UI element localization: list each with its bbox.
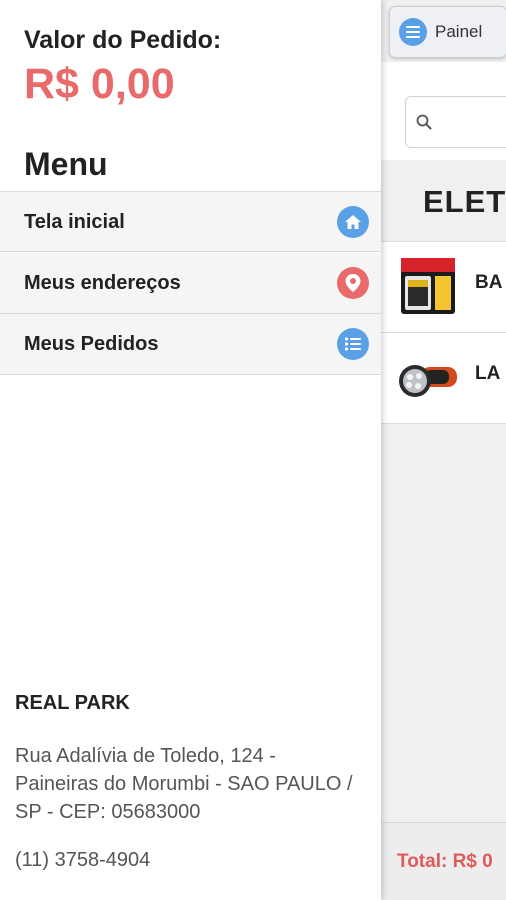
store-address: Rua Adalívia de Toledo, 124 - Paineiras … <box>15 745 353 823</box>
map-pin-icon <box>337 267 369 299</box>
cart-total: Total: R$ 0 <box>397 851 493 872</box>
main-header: Painel <box>381 0 506 62</box>
battery-image <box>395 252 461 318</box>
menu-item-home[interactable]: Tela inicial <box>0 191 381 252</box>
store-name: REAL PARK <box>15 692 130 714</box>
product-item[interactable]: LA <box>381 333 506 424</box>
cart-footer: Total: R$ 0 <box>381 822 506 900</box>
painel-button[interactable]: Painel <box>389 6 506 58</box>
painel-button-label: Painel <box>435 22 483 41</box>
product-name: LA <box>475 363 501 384</box>
menu-item-label: Tela inicial <box>24 211 125 233</box>
list-icon <box>337 328 369 360</box>
side-menu: Valor do Pedido: R$ 0,00 Menu Tela inici… <box>0 0 381 900</box>
main-panel: Painel ELET BA LA Total: R$ 0 <box>381 0 506 900</box>
store-phone: (11) 3758-4904 <box>15 849 151 871</box>
search-icon <box>416 114 432 130</box>
menu-item-label: Meus Pedidos <box>24 333 159 355</box>
product-name: BA <box>475 272 503 293</box>
flashlight-image <box>395 343 461 409</box>
search-area <box>381 62 506 160</box>
order-value-label: Valor do Pedido: <box>24 26 222 54</box>
menu-item-addresses[interactable]: Meus endereços <box>0 253 381 314</box>
category-header: ELET <box>381 160 506 242</box>
menu-title: Menu <box>24 146 108 182</box>
menu-item-label: Meus endereços <box>24 272 181 294</box>
order-value: R$ 0,00 <box>24 60 175 108</box>
search-input[interactable] <box>405 96 506 148</box>
home-icon <box>337 206 369 238</box>
menu-list-icon <box>399 18 427 46</box>
menu-item-orders[interactable]: Meus Pedidos <box>0 314 381 375</box>
category-title: ELET <box>423 184 506 219</box>
product-item[interactable]: BA <box>381 242 506 333</box>
